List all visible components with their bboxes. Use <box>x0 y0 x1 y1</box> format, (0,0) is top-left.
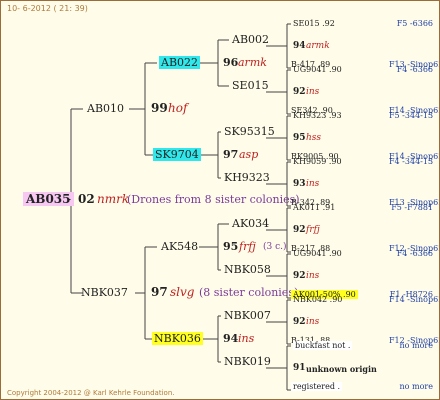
ancestor-mid-breed: ins <box>306 317 320 327</box>
root-year: 02 <box>78 192 95 206</box>
nbk007-id[interactable]: NBK007 <box>224 309 271 322</box>
ab010-breed: hof <box>168 101 188 115</box>
ab022-breed: armk <box>238 56 267 69</box>
nbk058-id[interactable]: NBK058 <box>224 263 271 276</box>
ab002-id[interactable]: AB002 <box>232 33 269 46</box>
ancestor-top-code: F5 -344-13 <box>389 111 434 120</box>
sk9704-id[interactable]: SK9704 <box>153 148 201 161</box>
ak548-year: 95 <box>223 240 239 253</box>
ancestor-mid-year: 91 <box>293 363 306 373</box>
copyright-footer: Copyright 2004-2012 @ Karl Kehrle Founda… <box>7 389 175 397</box>
ancestor-top-code: no more <box>399 341 433 350</box>
ancestor-mid-breed: frfj <box>306 225 320 235</box>
sk95315-id[interactable]: SK95315 <box>224 125 275 138</box>
ancestor-mid-breed: unknown origin <box>306 364 377 374</box>
ab022-year: 96 <box>223 56 239 69</box>
ancestor-top-id[interactable]: buckfast not . <box>293 341 353 350</box>
ancestor-mid-year: 92 <box>293 87 306 97</box>
nbk036-id[interactable]: NBK036 <box>152 332 203 345</box>
ancestor-top-code: F4 -344-13 <box>389 157 434 166</box>
ak034-id[interactable]: AK034 <box>232 217 269 230</box>
root-id[interactable]: AB035 <box>23 192 74 206</box>
timestamp-header: 10- 6-2012 ( 21: 39) <box>7 4 88 13</box>
ab022-id[interactable]: AB022 <box>159 56 201 69</box>
se015-id[interactable]: SE015 <box>232 79 269 92</box>
ancestor-mid-breed: armk <box>306 41 330 51</box>
ancestor-top-code: F5 -6366 <box>396 19 433 28</box>
ancestor-top-id[interactable]: UG9041 .90 <box>293 65 342 74</box>
ancestor-top-id[interactable]: NBK042 .90 <box>293 295 342 304</box>
ancestor-mid-breed: ins <box>306 271 320 281</box>
ancestor-mid-year: 92 <box>293 317 306 327</box>
dam-id[interactable]: NBK037 <box>81 286 128 299</box>
ancestor-top-code: F5 -F7881 <box>391 203 433 212</box>
root-breed: nmrk <box>97 192 130 206</box>
ancestor-mid-year: 93 <box>293 179 306 189</box>
sk9704-year: 97 <box>223 148 239 161</box>
ancestor-mid-breed: hss <box>306 133 322 143</box>
root-note: (Drones from 8 sister colonies) <box>127 193 300 206</box>
ancestor-mid-year: 92 <box>293 271 306 281</box>
dam-year: 97 <box>151 285 168 299</box>
kh9323-id[interactable]: KH9323 <box>224 171 270 184</box>
pedigree-frame: 10- 6-2012 ( 21: 39) AB035 - 02 nmrk (Dr… <box>0 0 440 400</box>
ancestor-mid-year: 94 <box>293 41 306 51</box>
nbk019-id[interactable]: NBK019 <box>224 355 271 368</box>
ancestor-top-id[interactable]: SE015 .92 <box>293 19 335 28</box>
root-dash: - <box>67 192 72 206</box>
ab010-year: 99 <box>151 101 168 115</box>
dam-breed: slvg <box>170 285 195 299</box>
ancestor-bottom-code: no more <box>399 382 433 391</box>
ancestor-mid-year: 95 <box>293 133 306 143</box>
ancestor-bottom-id[interactable]: registered . <box>291 382 343 391</box>
ancestor-top-id[interactable]: AK011 .91 <box>293 203 335 212</box>
ancestor-mid-breed: ins <box>306 179 320 189</box>
nbk036-breed: ins <box>238 332 255 345</box>
ak548-id[interactable]: AK548 <box>161 240 198 253</box>
ancestor-top-id[interactable]: KH9323 .93 <box>293 111 342 120</box>
dam-note: (8 sister colonies) <box>199 286 299 299</box>
ancestor-top-code: F14 -Sinop62R <box>389 295 439 304</box>
sire-id[interactable]: AB010 <box>87 102 124 115</box>
ancestor-mid-breed: ins <box>306 87 320 97</box>
ancestor-top-id[interactable]: KH9059 .90 <box>293 157 342 166</box>
ancestor-top-id[interactable]: UG9041 .90 <box>293 249 342 258</box>
sk9704-breed: asp <box>239 148 259 161</box>
ak548-note: (3 c.) <box>263 242 287 252</box>
ancestor-top-code: F4 -6366 <box>396 65 433 74</box>
ancestor-mid-year: 92 <box>293 225 306 235</box>
ancestor-top-code: F4 -6366 <box>396 249 433 258</box>
ak548-breed: frfj <box>239 240 256 253</box>
nbk036-year: 94 <box>223 332 239 345</box>
